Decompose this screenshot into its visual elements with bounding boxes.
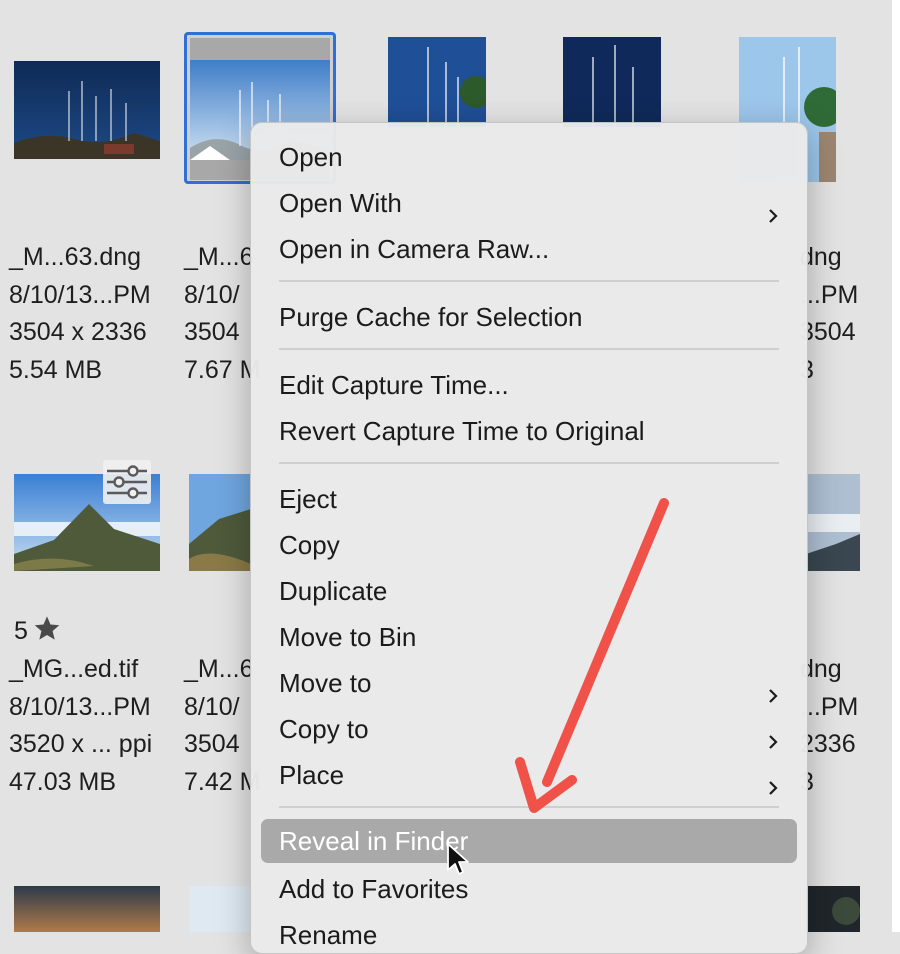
file-date: 8/10/ bbox=[184, 692, 240, 721]
file-info-1: _M...63.dng 8/10/13...PM 3504 x 2336 5.5… bbox=[9, 239, 151, 389]
menu-item-add-to-favorites[interactable]: Add to Favorites bbox=[261, 869, 797, 909]
menu-item-label: Duplicate bbox=[279, 576, 388, 606]
file-size: 47.03 MB bbox=[9, 767, 117, 796]
file-info-5: dng ...PM 3504 3 bbox=[800, 239, 858, 389]
thumbnail-10[interactable] bbox=[806, 474, 860, 571]
thumbnail-11[interactable] bbox=[14, 886, 160, 932]
adjustments-badge bbox=[103, 460, 151, 504]
menu-separator bbox=[279, 462, 779, 464]
file-dimensions: 2336 bbox=[800, 730, 856, 758]
file-name: dng bbox=[800, 655, 842, 683]
file-dimensions: 3504 bbox=[184, 730, 240, 758]
menu-item-open-camera-raw[interactable]: Open in Camera Raw... bbox=[261, 229, 797, 269]
menu-item-label: Purge Cache for Selection bbox=[279, 302, 583, 332]
menu-item-label: Copy bbox=[279, 530, 340, 560]
thumbnail-4[interactable] bbox=[563, 37, 661, 127]
file-size: 7.67 M bbox=[184, 355, 261, 384]
thumbnail-1[interactable] bbox=[14, 61, 160, 159]
file-dimensions: 3504 x 2336 bbox=[9, 318, 147, 346]
menu-item-revert-capture-time[interactable]: Revert Capture Time to Original bbox=[261, 411, 797, 451]
menu-item-label: Revert Capture Time to Original bbox=[279, 416, 645, 446]
file-size: 3 bbox=[800, 352, 858, 390]
menu-item-move-to-bin[interactable]: Move to Bin bbox=[261, 617, 797, 657]
chevron-right-icon bbox=[765, 767, 781, 795]
menu-item-label: Open With bbox=[279, 188, 402, 218]
menu-item-copy[interactable]: Copy bbox=[261, 525, 797, 565]
menu-item-purge-cache[interactable]: Purge Cache for Selection bbox=[261, 297, 797, 337]
menu-item-label: Move to Bin bbox=[279, 622, 417, 652]
file-name: _M...63.dng bbox=[9, 243, 142, 271]
menu-item-label: Eject bbox=[279, 484, 337, 514]
file-dimensions: 3504 bbox=[184, 318, 240, 346]
menu-item-label: Place bbox=[279, 760, 345, 790]
menu-item-place[interactable]: Place bbox=[261, 755, 797, 795]
thumbnail-7[interactable] bbox=[189, 474, 251, 571]
menu-item-label: Open bbox=[279, 142, 343, 172]
file-info-7: _M...6 8/10/ 3504 7.42 M bbox=[184, 651, 260, 801]
window-edge bbox=[892, 0, 900, 932]
file-name: _M...6 bbox=[184, 243, 254, 271]
file-info-2: _M...6 8/10/ 3504 7.67 M bbox=[184, 239, 260, 389]
menu-item-label: Rename bbox=[279, 920, 378, 950]
file-size: 5.54 MB bbox=[9, 355, 103, 384]
chevron-right-icon bbox=[765, 675, 781, 703]
menu-item-label: Open in Camera Raw... bbox=[279, 234, 550, 264]
chevron-right-icon bbox=[765, 195, 781, 223]
file-name: _M...6 bbox=[184, 655, 254, 683]
menu-item-label: Move to bbox=[279, 668, 372, 698]
rating: 5 bbox=[14, 614, 62, 649]
file-name: dng bbox=[800, 243, 842, 271]
file-name: _MG...ed.tif bbox=[9, 655, 139, 683]
rating-value: 5 bbox=[14, 617, 28, 645]
menu-item-open-with[interactable]: Open With bbox=[261, 183, 797, 223]
menu-item-rename[interactable]: Rename bbox=[261, 915, 797, 953]
menu-item-duplicate[interactable]: Duplicate bbox=[261, 571, 797, 611]
sliders-icon bbox=[103, 465, 151, 508]
menu-item-label: Copy to bbox=[279, 714, 369, 744]
thumbnail-15[interactable] bbox=[806, 886, 860, 932]
menu-item-move-to[interactable]: Move to bbox=[261, 663, 797, 703]
menu-item-copy-to[interactable]: Copy to bbox=[261, 709, 797, 749]
file-dimensions: 3504 bbox=[800, 318, 856, 346]
thumbnail-3[interactable] bbox=[388, 37, 486, 127]
mouse-pointer-icon bbox=[446, 842, 470, 878]
file-date: ...PM bbox=[800, 692, 859, 721]
menu-item-open[interactable]: Open bbox=[261, 137, 797, 177]
menu-item-label: Add to Favorites bbox=[279, 874, 469, 904]
thumbnail-12[interactable] bbox=[189, 886, 251, 932]
menu-item-label: Edit Capture Time... bbox=[279, 370, 509, 400]
file-info-10: dng ...PM 2336 3 bbox=[800, 651, 858, 801]
file-size: 7.42 M bbox=[184, 767, 261, 796]
menu-separator bbox=[279, 806, 779, 808]
file-date: ...PM bbox=[800, 280, 859, 309]
file-dimensions: 3520 x ... ppi bbox=[9, 730, 153, 758]
file-date: 8/10/13...PM bbox=[9, 280, 151, 309]
chevron-right-icon bbox=[765, 721, 781, 749]
context-menu: Open Open With Open in Camera Raw... Pur… bbox=[250, 122, 808, 954]
star-icon bbox=[32, 614, 62, 649]
menu-item-reveal-in-finder[interactable]: Reveal in Finder bbox=[261, 819, 797, 863]
menu-separator bbox=[279, 280, 779, 282]
menu-item-label: Reveal in Finder bbox=[279, 826, 469, 856]
file-size: 3 bbox=[800, 764, 858, 802]
file-date: 8/10/13...PM bbox=[9, 692, 151, 721]
menu-separator bbox=[279, 348, 779, 350]
file-date: 8/10/ bbox=[184, 280, 240, 309]
menu-item-eject[interactable]: Eject bbox=[261, 479, 797, 519]
file-info-6: _MG...ed.tif 8/10/13...PM 3520 x ... ppi… bbox=[9, 651, 152, 801]
menu-item-edit-capture-time[interactable]: Edit Capture Time... bbox=[261, 365, 797, 405]
